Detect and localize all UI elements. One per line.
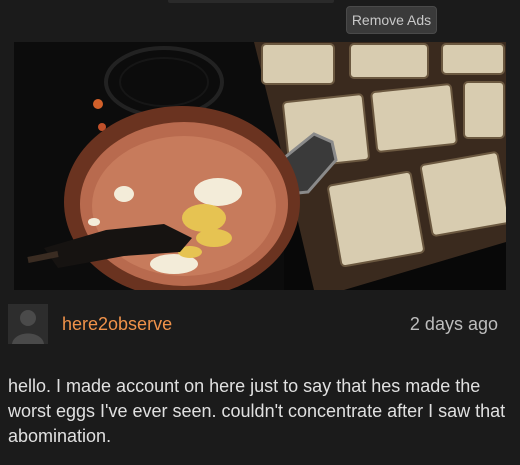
video-frame-image	[14, 42, 506, 290]
default-user-avatar-icon[interactable]	[8, 304, 48, 344]
search-bar-edge[interactable]	[168, 0, 334, 3]
comment-timestamp: 2 days ago	[409, 314, 498, 334]
comment-username[interactable]: here2observe	[62, 314, 172, 335]
remove-ads-button[interactable]: Remove Ads	[346, 6, 437, 34]
video-player[interactable]	[14, 42, 506, 290]
comment-text: hello. I made account on here just to sa…	[8, 376, 506, 446]
comment: here2observe 2 days ago hello. I made ac…	[0, 290, 520, 465]
top-bar: Remove Ads	[0, 0, 520, 40]
